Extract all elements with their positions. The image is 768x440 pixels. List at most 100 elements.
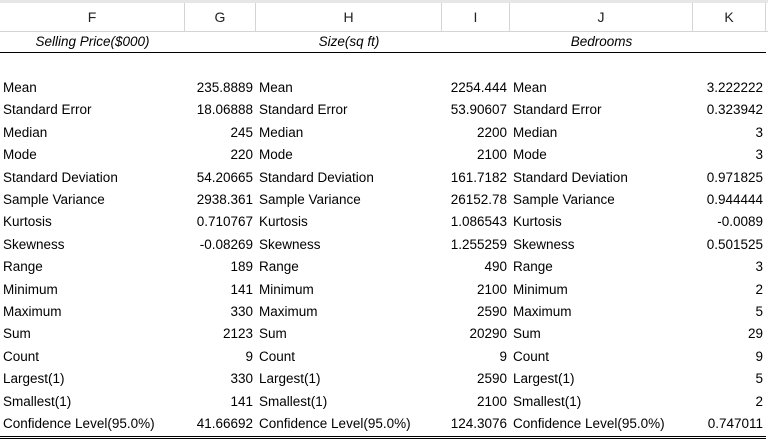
stat-label-cell[interactable]: Confidence Level(95.0%) xyxy=(256,413,442,435)
stat-value-cell[interactable]: 3 xyxy=(693,256,766,278)
stat-value-cell[interactable]: 330 xyxy=(185,301,256,323)
stat-label-cell[interactable]: Standard Error xyxy=(0,99,185,121)
stat-value-cell[interactable]: 3 xyxy=(693,144,766,166)
stat-value-cell[interactable]: 124.3076 xyxy=(442,413,510,435)
stat-label-cell[interactable]: Smallest(1) xyxy=(256,391,442,413)
column-header-J[interactable]: J xyxy=(510,3,693,32)
column-header-K[interactable]: K xyxy=(693,3,766,32)
stat-value-cell[interactable]: 2123 xyxy=(185,323,256,345)
stat-value-cell[interactable]: 26152.78 xyxy=(442,189,510,211)
stat-label-cell[interactable]: Median xyxy=(256,122,442,144)
stat-value-cell[interactable]: 9 xyxy=(693,346,766,368)
stat-label-cell[interactable]: Maximum xyxy=(256,301,442,323)
stat-value-cell[interactable]: 5 xyxy=(693,301,766,323)
stat-label-cell[interactable]: Sample Variance xyxy=(510,189,693,211)
stat-label-cell[interactable]: Sample Variance xyxy=(0,189,185,211)
stat-value-cell[interactable]: 1.255259 xyxy=(442,234,510,256)
stat-label-cell[interactable]: Range xyxy=(0,256,185,278)
stat-label-cell[interactable]: Mean xyxy=(0,77,185,99)
stat-label-cell[interactable]: Standard Deviation xyxy=(0,167,185,189)
stat-label-cell[interactable]: Standard Deviation xyxy=(510,167,693,189)
stat-value-cell[interactable]: 20290 xyxy=(442,323,510,345)
stat-label-cell[interactable]: Standard Error xyxy=(256,99,442,121)
stat-value-cell[interactable]: 330 xyxy=(185,368,256,390)
stat-value-cell[interactable]: 54.20665 xyxy=(185,167,256,189)
stat-label-cell[interactable]: Mean xyxy=(256,77,442,99)
stat-value-cell[interactable]: 0.971825 xyxy=(693,167,766,189)
column-header-I[interactable]: I xyxy=(442,3,510,32)
stat-label-cell[interactable]: Skewness xyxy=(0,234,185,256)
stat-value-cell[interactable]: 2100 xyxy=(442,144,510,166)
stat-value-cell[interactable]: 161.7182 xyxy=(442,167,510,189)
stat-value-cell[interactable]: 220 xyxy=(185,144,256,166)
stat-label-cell[interactable]: Mode xyxy=(256,144,442,166)
stat-label-cell[interactable]: Largest(1) xyxy=(510,368,693,390)
stat-value-cell[interactable]: 2100 xyxy=(442,279,510,301)
stat-value-cell[interactable]: 3.222222 xyxy=(693,77,766,99)
stat-value-cell[interactable]: 141 xyxy=(185,279,256,301)
stat-label-cell[interactable]: Mode xyxy=(0,144,185,166)
stat-label-cell[interactable]: Range xyxy=(510,256,693,278)
column-header-F[interactable]: F xyxy=(0,3,185,32)
stat-label-cell[interactable]: Count xyxy=(0,346,185,368)
stat-label-cell[interactable]: Skewness xyxy=(510,234,693,256)
stat-value-cell[interactable]: 41.66692 xyxy=(185,413,256,435)
column-header-G[interactable]: G xyxy=(185,3,256,32)
stat-label-cell[interactable]: Range xyxy=(256,256,442,278)
stat-value-cell[interactable]: 18.06888 xyxy=(185,99,256,121)
stat-value-cell[interactable]: 29 xyxy=(693,323,766,345)
stat-value-cell[interactable]: 0.323942 xyxy=(693,99,766,121)
stat-value-cell[interactable]: 2100 xyxy=(442,391,510,413)
stat-value-cell[interactable]: 2200 xyxy=(442,122,510,144)
title-size[interactable]: Size(sq ft) xyxy=(256,32,442,52)
stat-value-cell[interactable]: 2590 xyxy=(442,301,510,323)
stat-value-cell[interactable]: 2 xyxy=(693,391,766,413)
stat-label-cell[interactable]: Sum xyxy=(510,323,693,345)
stat-label-cell[interactable]: Sample Variance xyxy=(256,189,442,211)
stat-label-cell[interactable]: Maximum xyxy=(0,301,185,323)
column-header-H[interactable]: H xyxy=(256,3,442,32)
stat-label-cell[interactable]: Kurtosis xyxy=(0,211,185,233)
stat-value-cell[interactable]: 1.086543 xyxy=(442,211,510,233)
stat-label-cell[interactable]: Standard Error xyxy=(510,99,693,121)
stat-label-cell[interactable]: Skewness xyxy=(256,234,442,256)
stat-label-cell[interactable]: Mode xyxy=(510,144,693,166)
stat-value-cell[interactable]: 189 xyxy=(185,256,256,278)
stat-label-cell[interactable]: Kurtosis xyxy=(256,211,442,233)
stat-label-cell[interactable]: Minimum xyxy=(256,279,442,301)
stat-value-cell[interactable]: 2938.361 xyxy=(185,189,256,211)
stat-label-cell[interactable]: Standard Deviation xyxy=(256,167,442,189)
stat-label-cell[interactable]: Count xyxy=(510,346,693,368)
stat-value-cell[interactable]: 3 xyxy=(693,122,766,144)
stat-label-cell[interactable]: Confidence Level(95.0%) xyxy=(0,413,185,435)
title-selling-price[interactable]: Selling Price($000) xyxy=(0,32,185,52)
stat-value-cell[interactable]: 141 xyxy=(185,391,256,413)
stat-value-cell[interactable]: 490 xyxy=(442,256,510,278)
stat-label-cell[interactable]: Confidence Level(95.0%) xyxy=(510,413,693,435)
stat-label-cell[interactable]: Kurtosis xyxy=(510,211,693,233)
stat-value-cell[interactable]: 9 xyxy=(442,346,510,368)
stat-value-cell[interactable]: 53.90607 xyxy=(442,99,510,121)
stat-label-cell[interactable]: Smallest(1) xyxy=(0,391,185,413)
stat-label-cell[interactable]: Median xyxy=(510,122,693,144)
stat-value-cell[interactable]: 2 xyxy=(693,279,766,301)
stat-label-cell[interactable]: Minimum xyxy=(0,279,185,301)
stat-label-cell[interactable]: Median xyxy=(0,122,185,144)
stat-label-cell[interactable]: Minimum xyxy=(510,279,693,301)
stat-label-cell[interactable]: Mean xyxy=(510,77,693,99)
stat-label-cell[interactable]: Largest(1) xyxy=(0,368,185,390)
stat-label-cell[interactable]: Sum xyxy=(256,323,442,345)
stat-value-cell[interactable]: 9 xyxy=(185,346,256,368)
stat-value-cell[interactable]: 5 xyxy=(693,368,766,390)
stat-label-cell[interactable]: Largest(1) xyxy=(256,368,442,390)
stat-value-cell[interactable]: 0.710767 xyxy=(185,211,256,233)
stat-value-cell[interactable]: -0.08269 xyxy=(185,234,256,256)
stat-value-cell[interactable]: -0.0089 xyxy=(693,211,766,233)
stat-label-cell[interactable]: Count xyxy=(256,346,442,368)
stat-value-cell[interactable]: 245 xyxy=(185,122,256,144)
title-bedrooms[interactable]: Bedrooms xyxy=(510,32,693,52)
stat-value-cell[interactable]: 0.501525 xyxy=(693,234,766,256)
stat-value-cell[interactable]: 2590 xyxy=(442,368,510,390)
stat-value-cell[interactable]: 0.747011 xyxy=(693,413,766,435)
stat-label-cell[interactable]: Smallest(1) xyxy=(510,391,693,413)
